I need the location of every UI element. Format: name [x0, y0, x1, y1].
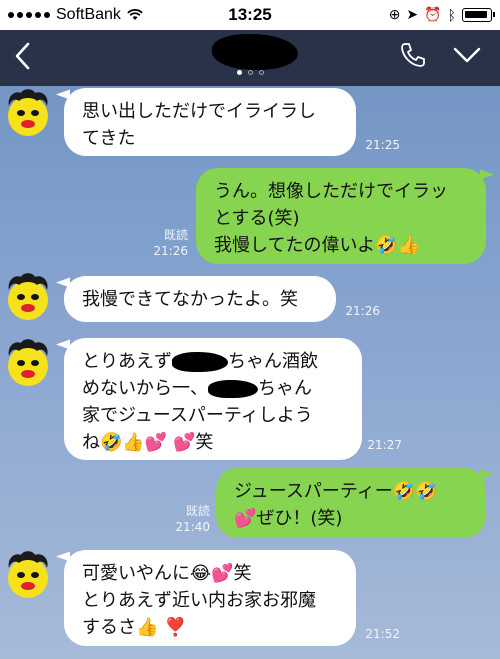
message-line: ね🤣👍💕 💕笑	[82, 432, 214, 453]
contact-avatar[interactable]	[3, 550, 53, 600]
message-bubble[interactable]: 我慢できてなかったよ。笑	[64, 276, 336, 322]
message-line: うん。想像しただけでイラッ	[214, 181, 448, 202]
message-line: とりあえず ちゃん酒飲	[82, 348, 344, 375]
chevron-down-icon[interactable]	[452, 42, 482, 68]
read-receipt: 既読	[163, 228, 188, 242]
bluetooth-icon: ᛒ	[447, 6, 456, 23]
message-time: 21:27	[367, 438, 402, 452]
message-bubble[interactable]: うん。想像しただけでイラッ とする(笑) 我慢してたの偉いよ🤣👍	[196, 168, 486, 264]
page-indicator	[0, 70, 500, 75]
message-bubble[interactable]: ジュースパーティー🤣🤣 💕ぜひ！(笑)	[216, 468, 486, 538]
message-time: 21:26	[153, 244, 188, 258]
alarm-icon: ⏰	[424, 6, 442, 22]
page-dot	[236, 70, 242, 75]
chat-area: 思い出しただけでイライラし てきた 21:25 既読 21:26 うん。想像した…	[0, 86, 500, 659]
message-time: 21:52	[365, 627, 400, 641]
read-receipt: 既読	[185, 504, 210, 518]
contact-avatar[interactable]	[3, 88, 53, 138]
redacted-name	[172, 352, 228, 372]
message-line: 我慢してたの偉いよ🤣👍	[214, 235, 420, 256]
message-text: とりあえず	[82, 351, 172, 372]
battery-icon	[462, 7, 495, 22]
back-icon[interactable]	[6, 38, 42, 74]
message-text: ちゃん酒飲	[228, 351, 318, 372]
location-icon: ➤	[406, 6, 419, 22]
contact-name-redacted[interactable]	[212, 34, 298, 70]
chat-header	[0, 30, 500, 86]
status-icons: ⊕ ➤ ⏰ ᛒ	[388, 6, 495, 23]
message-time: 21:26	[345, 304, 380, 318]
message-line: とりあえず近い内お家お邪魔	[82, 590, 316, 611]
message-line: とする(笑)	[214, 208, 300, 229]
page-dot	[247, 70, 253, 75]
message-bubble[interactable]: 思い出しただけでイライラし てきた	[64, 88, 356, 156]
message-line: 我慢できてなかったよ。笑	[82, 289, 298, 310]
message-line: 可愛いやんに😂💕笑	[82, 563, 252, 584]
message-line: てきた	[82, 128, 136, 149]
message-text: ちゃん	[258, 378, 312, 399]
contact-avatar[interactable]	[3, 338, 53, 388]
rotation-lock-icon: ⊕	[388, 6, 401, 22]
page-dot	[258, 70, 264, 75]
message-line: 思い出しただけでイライラし	[82, 101, 316, 122]
message-time: 21:40	[175, 520, 210, 534]
redacted-name	[208, 380, 258, 398]
message-text: めないから一、	[82, 378, 208, 399]
phone-icon[interactable]	[398, 40, 428, 70]
message-line: するさ👍 ❣️	[82, 617, 187, 638]
message-time: 21:25	[365, 138, 400, 152]
status-bar: SoftBank 13:25 ⊕ ➤ ⏰ ᛒ	[0, 0, 500, 30]
message-line: 💕ぜひ！(笑)	[234, 508, 343, 529]
message-bubble[interactable]: とりあえず ちゃん酒飲 めないから一、 ちゃん 家でジュースパーティしよう ね🤣👍💕…	[64, 338, 362, 460]
message-bubble[interactable]: 可愛いやんに😂💕笑 とりあえず近い内お家お邪魔 するさ👍 ❣️	[64, 550, 356, 646]
message-line: 家でジュースパーティしよう	[82, 405, 313, 426]
message-line: めないから一、 ちゃん	[82, 375, 344, 402]
message-line: ジュースパーティー🤣🤣	[234, 481, 438, 502]
contact-avatar[interactable]	[3, 272, 53, 322]
